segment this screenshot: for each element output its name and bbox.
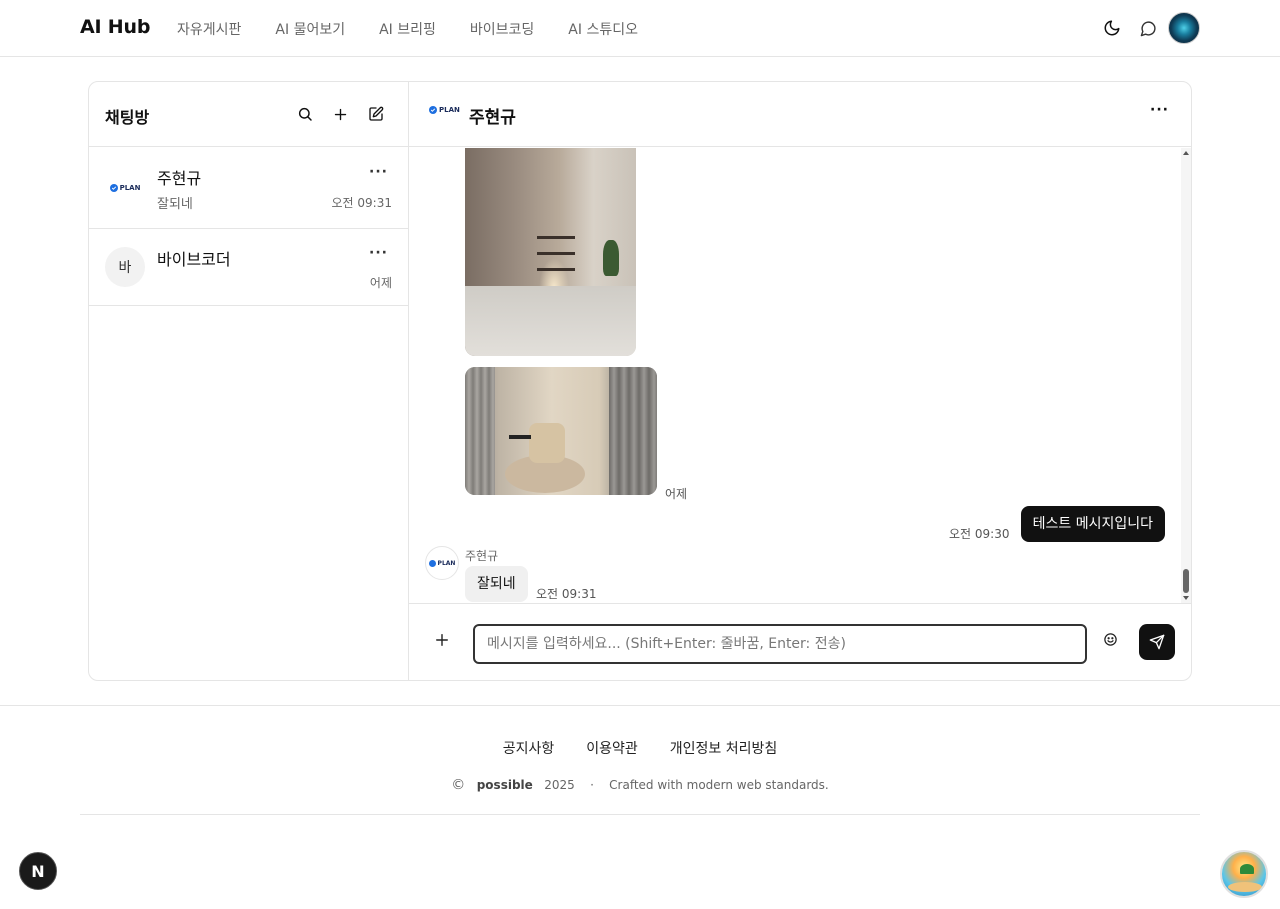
chat-bubble-icon[interactable] (1136, 16, 1160, 40)
chat-panel: 채팅방 PLAN 주현규 잘되네 오전 09:31 ··· 바 바이브코더 어제… (88, 81, 1192, 681)
my-message-bubble: 테스트 메시지입니다 (1020, 506, 1165, 542)
image-message[interactable] (465, 367, 657, 495)
app-logo[interactable]: AI Hub (80, 16, 150, 38)
nav-item-vibe-coding[interactable]: 바이브코딩 (470, 19, 534, 39)
more-options-icon[interactable]: ··· (1150, 102, 1169, 118)
message-time: 어제 (665, 487, 688, 501)
sender-avatar: PLAN (425, 546, 459, 580)
plan-logo-icon: PLAN (109, 184, 140, 192)
room-last-message: 잘되네 (157, 197, 193, 212)
chat-room-item[interactable]: 바 바이브코더 어제 ··· (89, 229, 408, 306)
nav-item-free-board[interactable]: 자유게시판 (177, 19, 241, 39)
other-message-bubble: 잘되네 (465, 566, 528, 602)
message-list[interactable]: 어제 오전 09:30 테스트 메시지입니다 PLAN 주현규 잘되네 오전 0… (409, 148, 1191, 604)
plan-logo-icon: PLAN (428, 559, 455, 567)
chat-avatar: PLAN (429, 106, 460, 114)
room-avatar: PLAN (105, 168, 145, 208)
attach-button[interactable] (435, 628, 449, 652)
scroll-down-arrow[interactable] (1183, 596, 1189, 600)
room-name: 주현규 (157, 169, 202, 188)
send-button[interactable] (1139, 624, 1175, 660)
plus-icon[interactable] (329, 103, 351, 125)
island-widget-icon[interactable] (1220, 850, 1268, 898)
chat-room-sidebar: 채팅방 PLAN 주현규 잘되네 오전 09:31 ··· 바 바이브코더 어제… (89, 82, 409, 680)
room-avatar: 바 (105, 247, 145, 287)
main-nav: 자유게시판 AI 물어보기 AI 브리핑 바이브코딩 AI 스튜디오 (177, 19, 672, 39)
scroll-up-arrow[interactable] (1183, 151, 1189, 155)
footer-divider (0, 705, 1280, 706)
message-time: 오전 09:31 (536, 587, 597, 601)
message-composer (409, 604, 1191, 680)
more-options-icon[interactable]: ··· (369, 164, 388, 180)
chat-room-item[interactable]: PLAN 주현규 잘되네 오전 09:31 ··· (89, 148, 408, 229)
plan-logo-icon: PLAN (429, 106, 460, 114)
sender-name: 주현규 (465, 549, 499, 563)
footer-links: 공지사항 이용약관 개인정보 처리방침 (0, 738, 1280, 758)
search-icon[interactable] (294, 103, 316, 125)
room-name: 바이브코더 (157, 250, 231, 269)
nav-item-ai-briefing[interactable]: AI 브리핑 (379, 19, 436, 39)
nav-item-ai-studio[interactable]: AI 스튜디오 (568, 19, 638, 39)
room-time: 어제 (369, 276, 392, 290)
footer-link-terms[interactable]: 이용약관 (586, 738, 638, 758)
edit-icon[interactable] (365, 103, 387, 125)
footer-link-privacy[interactable]: 개인정보 처리방침 (670, 738, 778, 758)
scrollbar[interactable] (1181, 148, 1191, 603)
send-icon (1149, 634, 1165, 650)
message-time: 오전 09:30 (949, 527, 1010, 541)
image-message[interactable] (465, 148, 636, 356)
footer-bottom-divider (80, 814, 1200, 815)
chat-header: PLAN 주현규 ··· (409, 82, 1191, 147)
nextjs-dev-badge[interactable]: N (19, 852, 57, 890)
room-time: 오전 09:31 (331, 196, 392, 210)
sidebar-header: 채팅방 (89, 82, 408, 147)
copyright: © possible 2025 · Crafted with modern we… (451, 777, 829, 793)
scrollbar-thumb[interactable] (1183, 569, 1189, 593)
emoji-icon[interactable] (1103, 632, 1118, 651)
moon-icon[interactable] (1100, 16, 1124, 40)
chat-title: 주현규 (469, 108, 516, 128)
user-avatar[interactable] (1168, 12, 1200, 44)
chat-area: PLAN 주현규 ··· 어제 오전 09:30 테스트 메시지입니다 PLAN… (409, 82, 1191, 680)
top-navigation-bar: AI Hub 자유게시판 AI 물어보기 AI 브리핑 바이브코딩 AI 스튜디… (0, 0, 1280, 57)
message-input[interactable] (473, 624, 1087, 664)
footer-link-notice[interactable]: 공지사항 (503, 738, 555, 758)
nav-item-ai-ask[interactable]: AI 물어보기 (275, 19, 345, 39)
sidebar-title: 채팅방 (105, 108, 150, 127)
more-options-icon[interactable]: ··· (369, 245, 388, 261)
